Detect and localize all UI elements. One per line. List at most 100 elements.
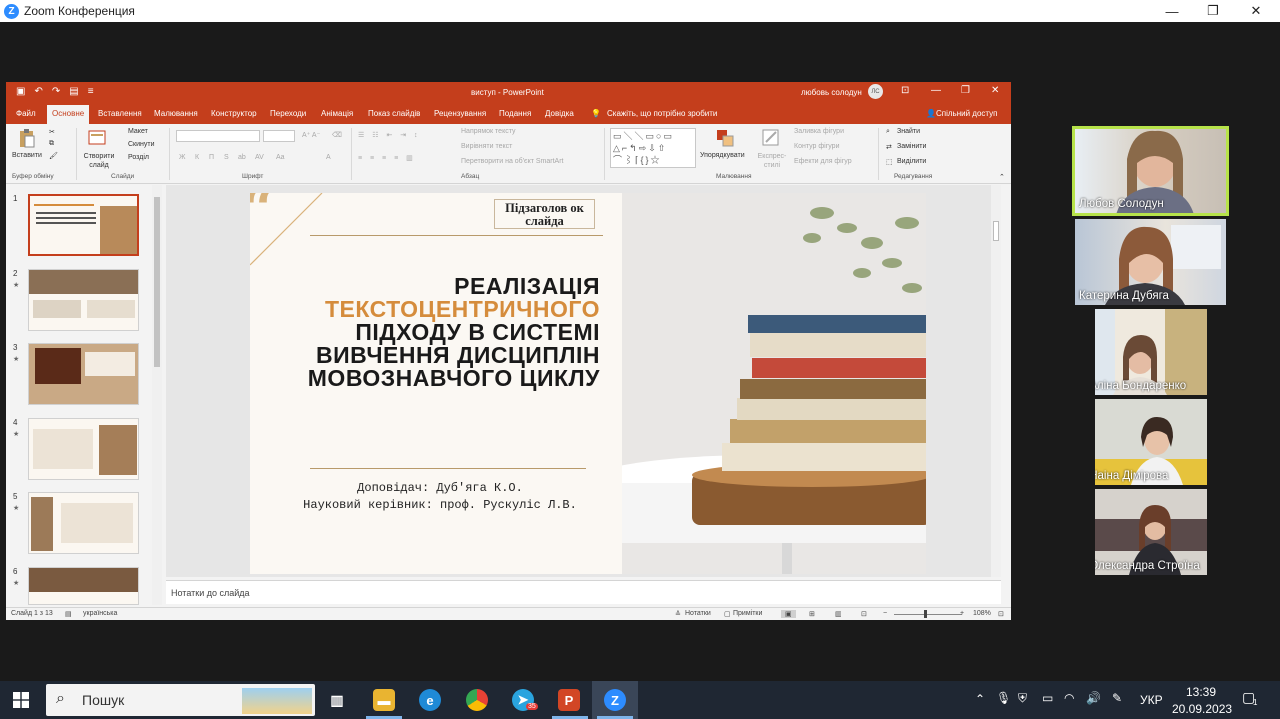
volume-icon[interactable]: 🔊: [1086, 691, 1101, 705]
font-size-box[interactable]: [263, 130, 295, 142]
zoom-in-icon[interactable]: +: [960, 610, 964, 617]
present-icon[interactable]: ▤: [69, 86, 78, 97]
slide-thumbnail-4[interactable]: [28, 418, 139, 480]
sorter-view-icon[interactable]: ⊞: [809, 610, 815, 618]
normal-view-icon[interactable]: ▣: [781, 610, 796, 618]
font-grow-icon[interactable]: A⁺ A⁻: [302, 131, 320, 139]
tab-help[interactable]: Довідка: [545, 109, 574, 118]
microphone-icon[interactable]: 🎙: [996, 691, 1011, 705]
slide-scrollbar[interactable]: [991, 185, 1001, 577]
slide-thumbnail-1[interactable]: [28, 194, 139, 256]
zoom-taskbar-icon[interactable]: Z: [604, 689, 626, 711]
slide-thumbnail-6[interactable]: [28, 567, 139, 605]
language-indicator[interactable]: українська: [83, 610, 117, 617]
copy-icon[interactable]: ⧉: [49, 140, 54, 148]
notes-icon[interactable]: ≙: [675, 610, 681, 618]
customize-qa-icon[interactable]: ≡: [88, 86, 94, 97]
quick-styles-icon[interactable]: [762, 128, 780, 148]
reading-view-icon[interactable]: ▥: [835, 610, 842, 618]
windows-start-icon[interactable]: [13, 692, 29, 708]
tab-transitions[interactable]: Переходи: [270, 109, 306, 118]
battery-icon[interactable]: ▭: [1042, 691, 1053, 705]
find-icon[interactable]: ⌕: [886, 128, 890, 136]
clear-format-icon[interactable]: ⌫: [332, 131, 342, 139]
accessibility-icon[interactable]: ▤: [65, 610, 72, 618]
slide-thumbnail-5[interactable]: [28, 492, 139, 554]
shapes-gallery[interactable]: ▭＼＼▭○▭ △⌐↰⇨⇩⇧ ⌒⌇⌈{}☆: [610, 128, 696, 168]
zoom-slider-thumb[interactable]: [924, 610, 927, 618]
clock-date[interactable]: 20.09.2023: [1172, 702, 1232, 716]
shape-fill-button[interactable]: Заливка фігури: [794, 128, 844, 135]
tab-draw[interactable]: Малювання: [154, 109, 198, 118]
video-tile-2[interactable]: Катерина Дубяга: [1075, 219, 1226, 305]
text-direction-button[interactable]: Напрямок тексту: [461, 128, 516, 135]
layout-button[interactable]: Макет: [128, 128, 148, 135]
file-explorer-icon[interactable]: ▬: [373, 689, 395, 711]
shape-effects-button[interactable]: Ефекти для фігур: [794, 158, 852, 165]
undo-icon[interactable]: ↶: [34, 86, 42, 97]
fit-slide-icon[interactable]: ⊡: [998, 610, 1004, 618]
slide-title[interactable]: РЕАЛІЗАЦІЯ ТЕКСТОЦЕНТРИЧНОГО ПІДХОДУ В С…: [270, 275, 600, 390]
strikethrough-button[interactable]: ab: [238, 154, 246, 161]
speaker-line[interactable]: Доповідач: Дуб'яга К.О.: [270, 481, 610, 495]
font-name-box[interactable]: [176, 130, 260, 142]
zoom-slider[interactable]: [894, 614, 962, 615]
video-tile-3[interactable]: ✗Аліна Бондаренко: [1095, 309, 1207, 395]
reset-button[interactable]: Скинути: [128, 141, 155, 148]
pen-icon[interactable]: ✎: [1112, 691, 1122, 705]
tab-view[interactable]: Подання: [499, 109, 531, 118]
language-indicator[interactable]: УКР: [1140, 693, 1163, 707]
zoom-level[interactable]: 108%: [973, 610, 991, 617]
replace-button[interactable]: Замінити: [897, 143, 926, 150]
underline-button[interactable]: П: [209, 154, 214, 161]
spacing-button[interactable]: AV: [255, 154, 264, 161]
ppt-maximize-button[interactable]: ❐: [961, 85, 970, 96]
find-button[interactable]: Знайти: [897, 128, 920, 135]
font-color-button[interactable]: A: [326, 154, 331, 161]
tray-overflow-icon[interactable]: ⌃: [975, 692, 985, 706]
paste-button[interactable]: Вставити: [12, 152, 42, 159]
current-slide[interactable]: “ Підзаголов ок слайда РЕАЛІЗАЦІЯ ТЕКСТО…: [250, 193, 926, 574]
slideshow-view-icon[interactable]: ⊡: [861, 610, 867, 618]
slide-thumbnail-3[interactable]: [28, 343, 139, 405]
advisor-line[interactable]: Науковий керівник: проф. Рускуліс Л.В.: [270, 498, 610, 512]
cut-icon[interactable]: ✂: [49, 128, 55, 136]
ribbon-display-button[interactable]: ⊡: [901, 85, 909, 96]
arrange-button[interactable]: Упорядкувати: [700, 152, 745, 159]
section-button[interactable]: Розділ: [128, 154, 149, 161]
comments-button[interactable]: Примітки: [733, 610, 762, 617]
chrome-icon[interactable]: [466, 689, 488, 711]
zoom-minimize-button[interactable]: —: [1152, 0, 1192, 22]
select-button[interactable]: Виділити: [897, 158, 926, 165]
video-tile-1[interactable]: Любов Солодун: [1072, 126, 1229, 216]
shadow-button[interactable]: S: [224, 154, 229, 161]
notes-pane[interactable]: Нотатки до слайда: [166, 580, 1001, 604]
tab-home[interactable]: Основне: [47, 105, 90, 124]
slide-thumbnail-2[interactable]: [28, 269, 139, 331]
align-text-button[interactable]: Вирівняти текст: [461, 143, 512, 150]
notes-button[interactable]: Нотатки: [685, 610, 711, 617]
comments-icon[interactable]: ▢: [724, 610, 731, 618]
zoom-close-button[interactable]: ✕: [1236, 0, 1276, 22]
quick-styles-button[interactable]: Експрес-стилі: [754, 152, 790, 170]
shape-outline-button[interactable]: Контур фігури: [794, 143, 839, 150]
ppt-close-button[interactable]: ✕: [991, 85, 999, 96]
ppt-user-name[interactable]: любовь солодун: [801, 88, 862, 97]
list-buttons-icon[interactable]: ☰ ☷ ⇤ ⇥ ↕: [358, 131, 421, 139]
scrollbar-thumb[interactable]: [993, 221, 999, 241]
security-icon[interactable]: ⛨: [1018, 691, 1027, 706]
video-tile-5[interactable]: ✗Олександра Строїна: [1095, 489, 1207, 575]
redo-icon[interactable]: ↷: [52, 86, 60, 97]
collapse-ribbon-icon[interactable]: ⌃: [999, 173, 1005, 181]
tab-slideshow[interactable]: Показ слайдів: [368, 109, 420, 118]
zoom-maximize-button[interactable]: ❐: [1193, 0, 1233, 22]
change-case-button[interactable]: Aa: [276, 154, 285, 161]
share-icon[interactable]: 👤: [926, 109, 936, 118]
save-icon[interactable]: ▣: [16, 86, 25, 97]
wifi-icon[interactable]: ◠: [1064, 691, 1074, 705]
slide-subtitle[interactable]: Підзаголов ок слайда: [494, 199, 595, 229]
tell-me-box[interactable]: Скажіть, що потрібно зробити: [607, 109, 717, 118]
align-buttons-icon[interactable]: ≡ ≡ ≡ ≡ ▥: [358, 154, 416, 162]
share-button[interactable]: Спільний доступ: [936, 109, 998, 118]
new-slide-button[interactable]: Створити слайд: [81, 152, 117, 170]
